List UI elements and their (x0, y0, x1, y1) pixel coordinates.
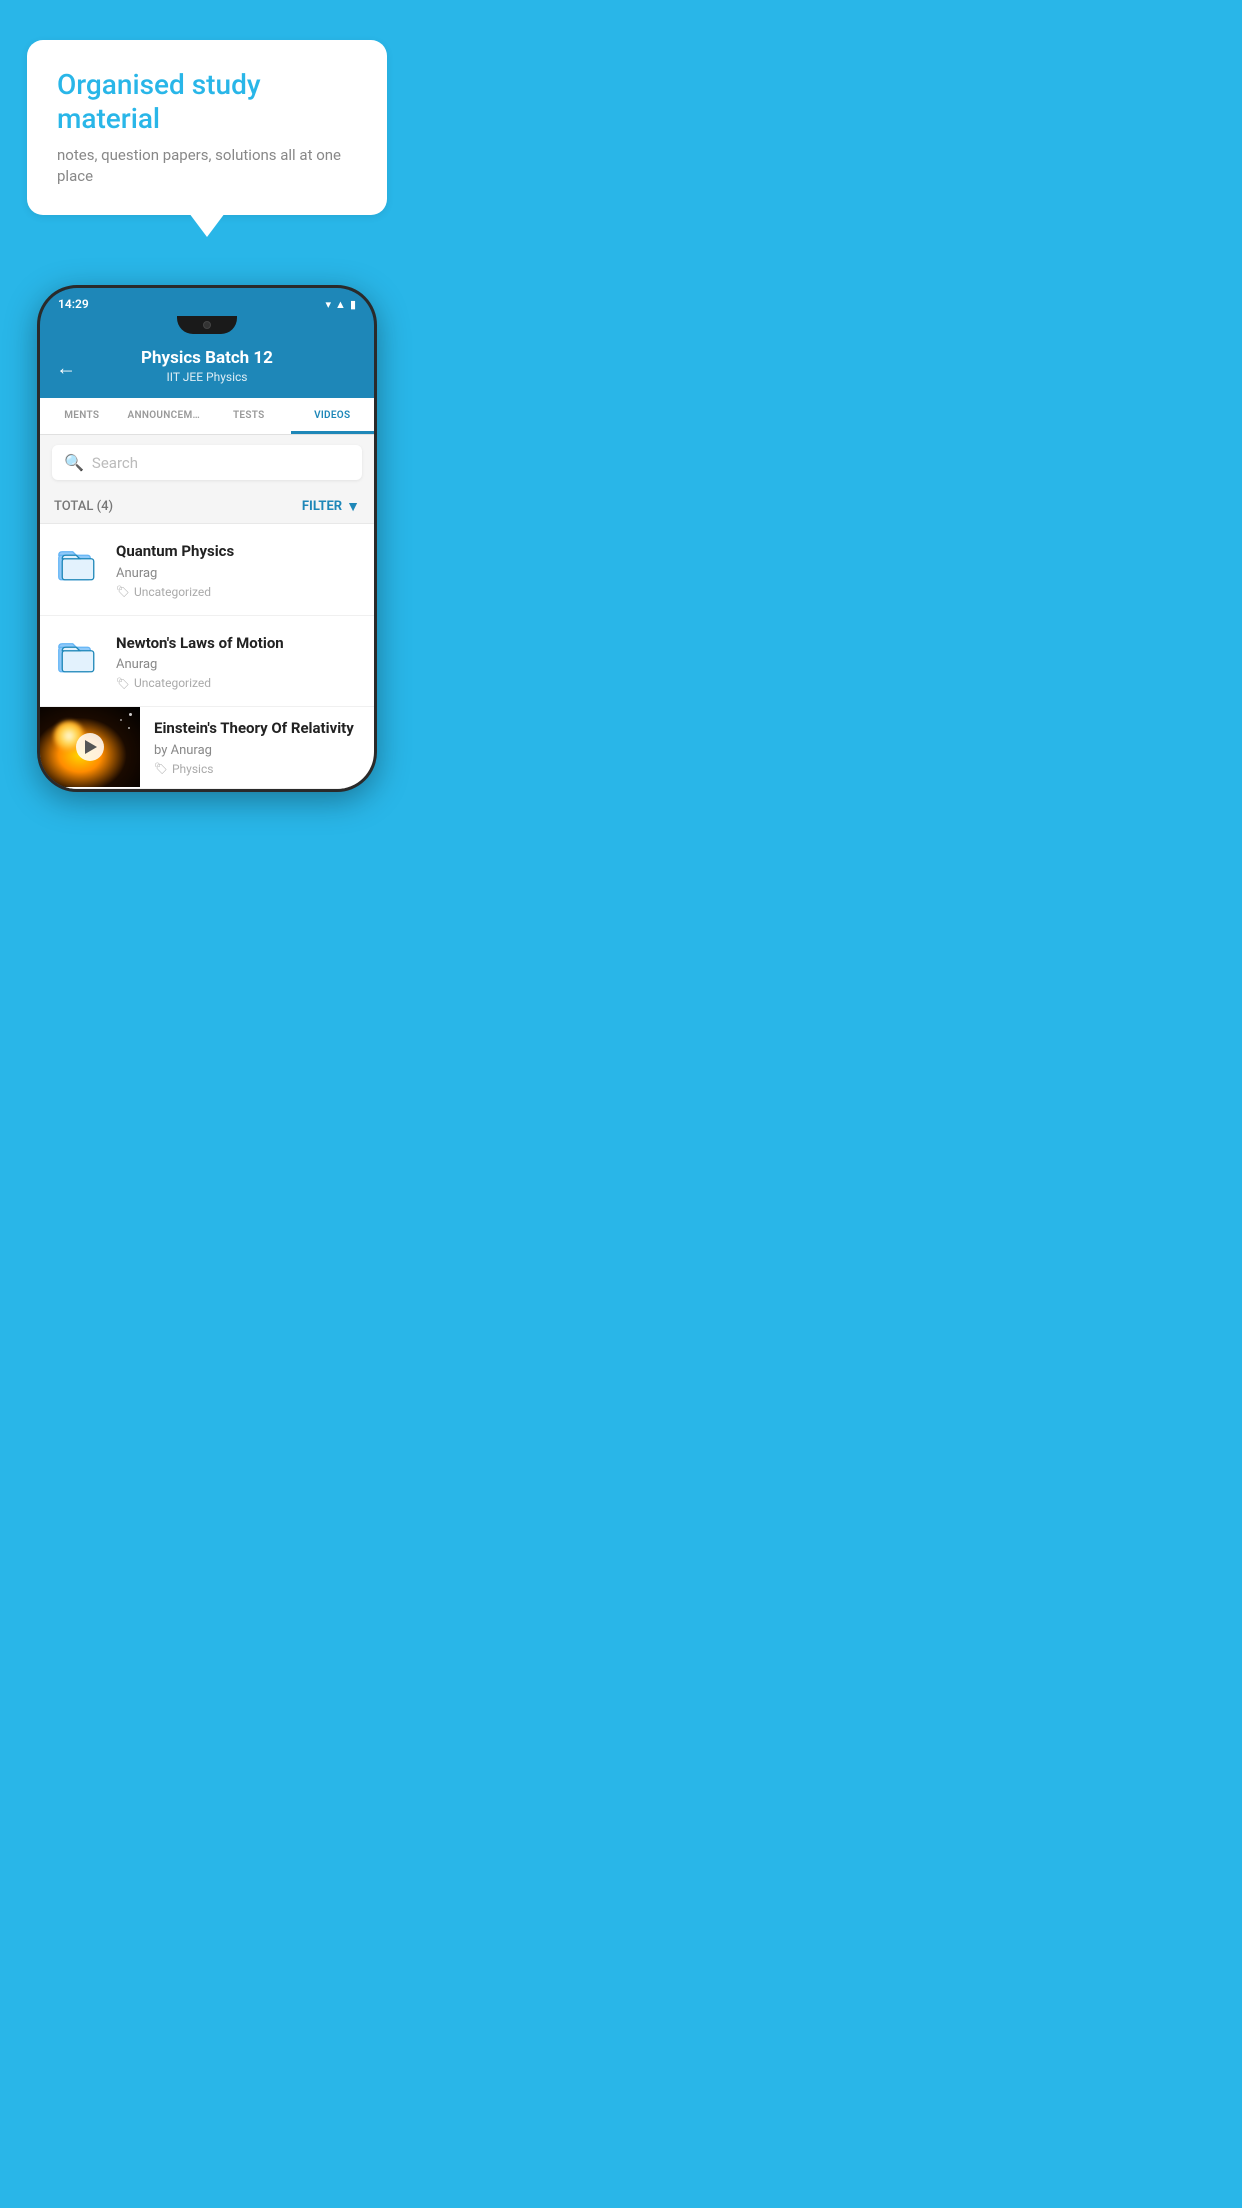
video-list: Quantum Physics Anurag 🏷 Uncategorized (40, 524, 374, 789)
promo-title: Organised study material (57, 68, 357, 135)
notch-area (40, 316, 374, 338)
status-time: 14:29 (58, 297, 89, 311)
video-tag: 🏷 Uncategorized (116, 585, 360, 599)
play-button[interactable] (76, 733, 104, 761)
tab-bar: MENTS ANNOUNCEMENTS TESTS VIDEOS (40, 398, 374, 435)
tag-icon: 🏷 (116, 585, 130, 598)
video-info: Einstein's Theory Of Relativity by Anura… (140, 707, 374, 788)
back-button[interactable]: ← (56, 356, 76, 381)
video-title: Quantum Physics (116, 542, 360, 562)
total-count: TOTAL (4) (54, 499, 113, 514)
list-item[interactable]: Quantum Physics Anurag 🏷 Uncategorized (40, 524, 374, 616)
video-info: Newton's Laws of Motion Anurag 🏷 Uncateg… (116, 632, 360, 691)
app-header: ← Physics Batch 12 IIT JEE Physics (40, 338, 374, 398)
video-tag: 🏷 Physics (154, 762, 360, 776)
video-author: by Anurag (154, 743, 360, 758)
play-icon (85, 740, 97, 754)
tab-videos[interactable]: VIDEOS (291, 398, 375, 434)
promo-subtitle: notes, question papers, solutions all at… (57, 145, 357, 187)
video-title: Einstein's Theory Of Relativity (154, 719, 360, 739)
video-author: Anurag (116, 566, 360, 581)
video-title: Newton's Laws of Motion (116, 634, 360, 654)
filter-label: FILTER (302, 499, 342, 514)
header-text: Physics Batch 12 IIT JEE Physics (141, 348, 273, 384)
list-item[interactable]: Einstein's Theory Of Relativity by Anura… (40, 707, 374, 789)
battery-icon: ▮ (350, 298, 356, 311)
speech-bubble: Organised study material notes, question… (27, 40, 387, 215)
header-title: Physics Batch 12 (141, 348, 273, 368)
filter-button[interactable]: FILTER ▼ (302, 498, 360, 515)
promo-section: Organised study material notes, question… (0, 0, 414, 235)
notch (177, 316, 237, 334)
filter-icon: ▼ (346, 498, 360, 515)
search-area: 🔍 Search (40, 435, 374, 490)
video-thumbnail (40, 707, 140, 787)
header-subtitle: IIT JEE Physics (141, 370, 273, 384)
list-item[interactable]: Newton's Laws of Motion Anurag 🏷 Uncateg… (40, 616, 374, 708)
video-info: Quantum Physics Anurag 🏷 Uncategorized (116, 540, 360, 599)
folder-icon (54, 540, 102, 588)
tag-label: Uncategorized (134, 585, 211, 599)
tag-icon: 🏷 (154, 762, 168, 775)
video-author: Anurag (116, 657, 360, 672)
status-icons: ▾ ▲ ▮ (326, 298, 356, 311)
wifi-icon: ▾ (326, 298, 332, 311)
video-tag: 🏷 Uncategorized (116, 676, 360, 690)
tab-ments[interactable]: MENTS (40, 398, 124, 434)
phone-frame: 14:29 ▾ ▲ ▮ ← Physics Batch 12 IIT JEE P… (37, 285, 377, 792)
tag-label: Uncategorized (134, 676, 211, 690)
folder-icon (54, 632, 102, 680)
search-box[interactable]: 🔍 Search (52, 445, 362, 480)
phone-wrapper: 14:29 ▾ ▲ ▮ ← Physics Batch 12 IIT JEE P… (0, 285, 414, 792)
search-input[interactable]: Search (92, 454, 138, 472)
status-bar: 14:29 ▾ ▲ ▮ (40, 288, 374, 316)
filter-bar: TOTAL (4) FILTER ▼ (40, 490, 374, 524)
search-icon: 🔍 (64, 453, 84, 472)
front-camera (203, 321, 211, 329)
tag-icon: 🏷 (116, 677, 130, 690)
signal-icon: ▲ (335, 298, 346, 311)
tab-announcements[interactable]: ANNOUNCEMENTS (124, 398, 208, 434)
tag-label: Physics (172, 762, 213, 776)
tab-tests[interactable]: TESTS (207, 398, 291, 434)
